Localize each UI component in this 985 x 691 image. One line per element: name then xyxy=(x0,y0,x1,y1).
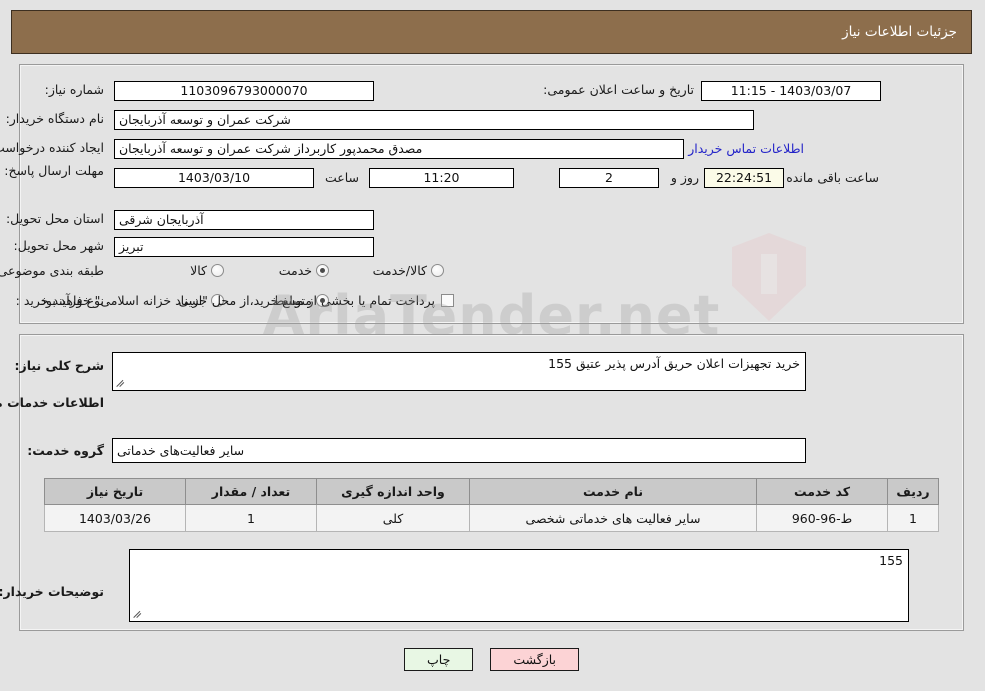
deadline-label: مهلت ارسال پاسخ: تا تاریخ: xyxy=(0,163,105,178)
radio-kala-icon[interactable] xyxy=(212,264,225,277)
announce-datetime-label-row: تاریخ و ساعت اعلان عمومی: xyxy=(544,82,695,97)
print-button[interactable]: چاپ xyxy=(405,648,475,671)
th-quantity: تعداد / مقدار xyxy=(186,478,318,505)
announce-datetime-value: 1403/03/07 - 11:15 xyxy=(702,81,882,101)
radio-khedmat-icon[interactable] xyxy=(317,264,330,277)
creator-value: مصدق محمدپور کاربرداز شرکت عمران و توسعه… xyxy=(115,139,685,159)
footer-actions: بازگشت چاپ xyxy=(0,648,985,671)
resize-grip-icon[interactable] xyxy=(134,609,144,619)
need-number-value: 1103096793000070 xyxy=(115,81,375,101)
countdown-label: ساعت باقی مانده xyxy=(787,170,880,185)
need-summary-panel xyxy=(20,64,965,324)
th-code: کد خدمت xyxy=(757,478,889,505)
remaining-days-value: 2 xyxy=(560,168,660,188)
deadline-time-value: 11:20 xyxy=(370,168,515,188)
category-option-khedmat[interactable]: خدمت xyxy=(270,263,330,278)
buyer-notes-label: توضیحات خریدار: xyxy=(0,584,105,599)
buyer-org-label: نام دستگاه خریدار: xyxy=(6,111,105,126)
buyer-notes-textarea[interactable]: 155 xyxy=(130,549,910,622)
need-summary-value: خرید تجهیزات اعلان حریق آدرس پذیر عتیق 1… xyxy=(549,356,801,371)
th-index: ردیف xyxy=(888,478,940,505)
countdown-value: 22:24:51 xyxy=(705,168,785,188)
td-need-date: 1403/03/26 xyxy=(45,504,187,532)
city-value: تبریز xyxy=(115,237,375,257)
province-value: آذربایجان شرقی xyxy=(115,210,375,230)
category-option-khedmat-label: خدمت xyxy=(279,263,313,278)
page-title: جزئیات اطلاعات نیاز xyxy=(843,24,958,40)
category-label-row: طبقه بندی موضوعی: xyxy=(0,263,105,278)
treasury-checkbox-row[interactable]: پرداخت تمام یا بخشی از مبلغ خرید،از محل … xyxy=(37,293,455,308)
creator-label: ایجاد کننده درخواست: xyxy=(0,140,105,155)
th-unit: واحد اندازه گیری xyxy=(317,478,471,505)
need-summary-textarea[interactable]: خرید تجهیزات اعلان حریق آدرس پذیر عتیق 1… xyxy=(113,352,807,391)
td-quantity: 1 xyxy=(186,504,318,532)
table-header-row: ردیف کد خدمت نام خدمت واحد اندازه گیری ت… xyxy=(45,478,940,505)
page-header: جزئیات اطلاعات نیاز xyxy=(12,10,973,54)
remaining-days-label: روز و xyxy=(671,170,700,185)
th-name: نام خدمت xyxy=(470,478,758,505)
city-label-row: شهر محل تحویل: xyxy=(15,238,105,253)
deadline-hour-label: ساعت xyxy=(325,170,360,185)
province-label-row: استان محل تحویل: xyxy=(7,211,105,226)
td-name: سایر فعالیت های خدماتی شخصی xyxy=(470,504,758,532)
buyer-org-label-row: نام دستگاه خریدار: xyxy=(7,111,105,126)
need-number-label: شماره نیاز: xyxy=(45,82,105,97)
deadline-label-row: مهلت ارسال پاسخ: تا تاریخ: xyxy=(0,163,105,179)
resize-grip-icon[interactable] xyxy=(117,378,127,388)
deadline-date-value: 1403/03/10 xyxy=(115,168,315,188)
treasury-checkbox[interactable] xyxy=(442,294,455,307)
category-option-kala-label: کالا xyxy=(191,263,208,278)
services-section-title: اطلاعات خدمات مورد نیاز xyxy=(0,395,105,410)
province-label: استان محل تحویل: xyxy=(6,211,105,226)
radio-kala-khedmat-icon[interactable] xyxy=(432,264,445,277)
services-table: ردیف کد خدمت نام خدمت واحد اندازه گیری ت… xyxy=(45,478,940,532)
service-group-value[interactable]: سایر فعالیت‌های خدماتی xyxy=(113,438,807,463)
th-need-date: تاریخ نیاز xyxy=(45,478,187,505)
table-row: 1 ط-96-960 سایر فعالیت های خدماتی شخصی ک… xyxy=(45,504,940,532)
need-number-label-row: شماره نیاز: xyxy=(15,82,105,97)
td-unit: کلی xyxy=(317,504,471,532)
category-option-kala[interactable]: کالا xyxy=(181,263,225,278)
buyer-org-value: شرکت عمران و توسعه آذربایجان xyxy=(115,110,755,130)
back-button[interactable]: بازگشت xyxy=(491,648,581,671)
treasury-checkbox-label: پرداخت تمام یا بخشی از مبلغ خرید،از محل … xyxy=(37,293,436,308)
category-option-kala-khedmat[interactable]: کالا/خدمت xyxy=(364,263,445,278)
category-option-kala-khedmat-label: کالا/خدمت xyxy=(373,263,428,278)
buyer-contact-link[interactable]: اطلاعات تماس خریدار xyxy=(689,141,805,156)
category-label: طبقه بندی موضوعی: xyxy=(0,263,105,278)
buyer-notes-value: 155 xyxy=(880,553,904,568)
city-label: شهر محل تحویل: xyxy=(14,238,105,253)
service-group-label: گروه خدمت: xyxy=(28,443,105,458)
creator-label-row: ایجاد کننده درخواست: xyxy=(0,140,105,155)
announce-datetime-label: تاریخ و ساعت اعلان عمومی: xyxy=(544,82,695,97)
td-code: ط-96-960 xyxy=(757,504,889,532)
td-index: 1 xyxy=(888,504,940,532)
need-summary-label: شرح کلی نیاز: xyxy=(15,358,105,373)
